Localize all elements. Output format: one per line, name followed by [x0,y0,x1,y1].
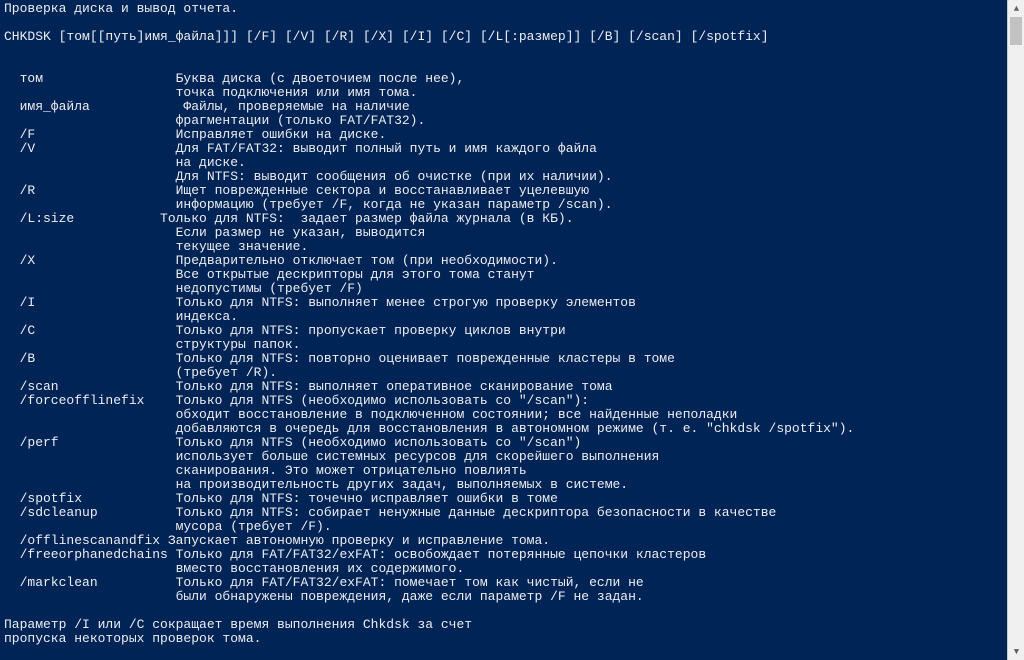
scroll-down-button[interactable]: ▼ [1008,643,1024,660]
scroll-up-button[interactable]: ▲ [1008,0,1024,17]
vertical-scrollbar[interactable]: ▲ ▼ [1007,0,1024,660]
chevron-up-icon: ▲ [1014,4,1019,14]
console-output: Проверка диска и вывод отчета. CHKDSK [т… [0,0,1007,660]
options-block: том Буква диска (с двоеточием после нее)… [4,72,1003,604]
chevron-down-icon: ▼ [1014,647,1019,657]
scrollbar-track[interactable] [1008,17,1024,643]
syntax-line: CHKDSK [том[[путь]имя_файла]]] [/F] [/V]… [4,29,769,44]
scrollbar-thumb[interactable] [1010,17,1022,45]
footer-line-0: Параметр /I или /C сокращает время выпол… [4,617,472,632]
title-line: Проверка диска и вывод отчета. [4,1,238,16]
footer-line-1: пропуска некоторых проверок тома. [4,631,261,646]
